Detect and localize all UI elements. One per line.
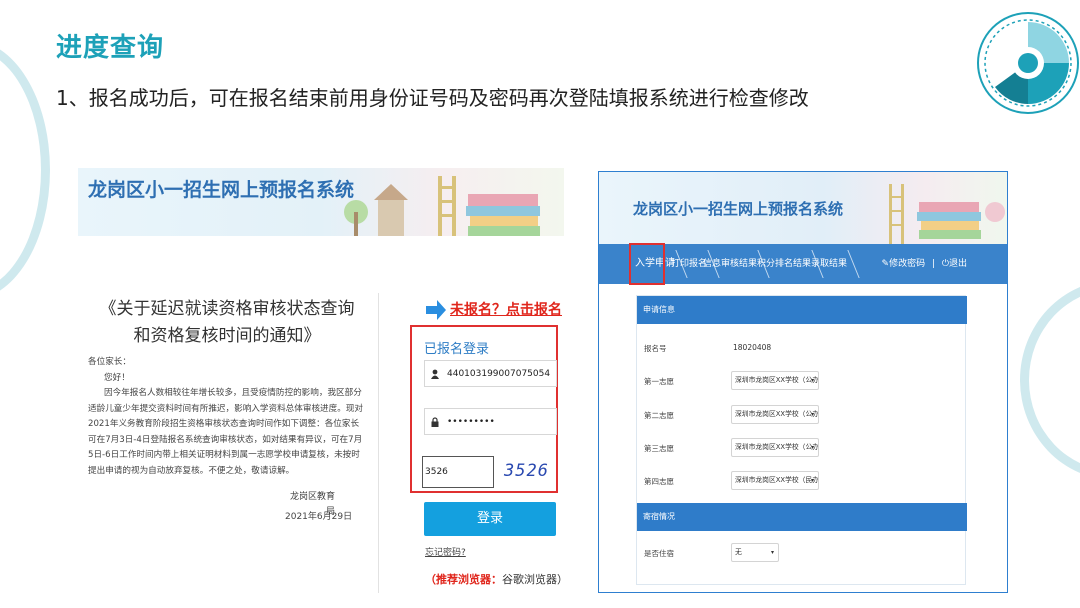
choice1-select[interactable]: 深圳市龙岗区XX学校（公办）（小学部） ▾ (731, 371, 819, 390)
choice2-value: 深圳市龙岗区XX学校（公办）（小学部） (735, 410, 819, 418)
chevron-down-icon: ▾ (810, 444, 814, 451)
password-value: ••••••••• (447, 417, 495, 427)
chevron-down-icon: ▾ (810, 411, 814, 418)
nav-separator: | (931, 259, 935, 269)
browser-recommendation: （推荐浏览器：谷歌浏览器） (425, 571, 568, 587)
application-page-screenshot: 龙岗区小一招生网上预报名系统 入学申请 打印报名 信息审核结果 积分排名结果 录… (598, 171, 1008, 593)
chevron-down-icon: ▾ (810, 377, 814, 384)
section-header-apply-info: 申请信息 (637, 296, 967, 324)
site-banner-right: 龙岗区小一招生网上预报名系统 (599, 172, 1007, 244)
user-icon (431, 369, 439, 379)
application-form-panel: 申请信息 报名号 18020408 第一志愿 深圳市龙岗区XX学校（公办）（小学… (636, 295, 967, 585)
decorative-ring-left (0, 40, 50, 300)
login-page-screenshot: 龙岗区小一招生网上预报名系统 《关于延迟就读资格审核状态查询和资格复核时间的通知… (78, 168, 568, 593)
choice4-label: 第四志愿 (644, 477, 674, 486)
logo-mark-icon (977, 12, 1079, 114)
choice3-label: 第三志愿 (644, 444, 674, 453)
arrow-right-icon (426, 300, 446, 320)
captcha-value: 3526 (425, 467, 448, 477)
slide: 进度查询 1、报名成功后，可在报名结束前用身份证号码及密码再次登陆填报系统进行检… (0, 0, 1080, 608)
browser-hint-name: 谷歌浏览器） (502, 573, 568, 586)
id-number-value: 440103199007075054 (447, 369, 551, 379)
slide-title: 进度查询 (56, 33, 165, 63)
boarding-value: 无 (735, 548, 742, 556)
logout-link[interactable]: ⏻退出 (942, 259, 967, 269)
decorative-ring-right (1020, 280, 1080, 480)
choice3-value: 深圳市龙岗区XX学校（公办）（小学部） (735, 443, 819, 451)
captcha-input[interactable]: 3526 (422, 456, 494, 488)
nav-right-links: ✎修改密码 | ⏻退出 (882, 244, 967, 284)
chevron-down-icon: ▾ (810, 477, 814, 484)
divider (378, 293, 379, 593)
banner-illustration-icon (344, 176, 540, 236)
site-banner: 龙岗区小一招生网上预报名系统 (78, 168, 564, 236)
login-button[interactable]: 登录 (424, 502, 556, 536)
notice-body: 各位家长： 您好！ 因今年报名人数相较往年增长较多，且受疫情防控的影响，我区部分… (88, 355, 364, 479)
notice-title: 《关于延迟就读资格审核状态查询和资格复核时间的通知》 (99, 299, 355, 346)
apply-number-value: 18020408 (733, 343, 772, 352)
password-input[interactable]: ••••••••• (424, 408, 557, 435)
chevron-down-icon: ▾ (770, 549, 774, 556)
choice2-label: 第二志愿 (644, 411, 674, 420)
boarding-select[interactable]: 无 ▾ (731, 543, 779, 562)
nav-item-score-ranking[interactable]: 积分排名结果 (757, 244, 811, 284)
lock-icon (431, 417, 439, 427)
id-number-input[interactable]: 440103199007075054 (424, 360, 557, 387)
nav-active-highlight (629, 243, 665, 285)
notice-date: 2021年6月29日 (285, 512, 353, 522)
choice1-value: 深圳市龙岗区XX学校（公办）（小学部） (735, 376, 819, 384)
nav-item-print[interactable]: 打印报名 (671, 244, 707, 284)
section-header-dormitory: 寄宿情况 (637, 503, 967, 531)
browser-hint-label: （推荐浏览器： (425, 573, 502, 586)
apply-number-label: 报名号 (644, 344, 667, 353)
slide-subtitle: 1、报名成功后，可在报名结束前用身份证号码及密码再次登陆填报系统进行检查修改 (56, 86, 809, 110)
notice-salutation: 各位家长： (88, 357, 131, 367)
choice1-label: 第一志愿 (644, 377, 674, 386)
choice3-select[interactable]: 深圳市龙岗区XX学校（公办）（小学部） ▾ (731, 438, 819, 457)
nav-item-admission-result[interactable]: 录取结果 (811, 244, 847, 284)
boarding-label: 是否住宿 (644, 549, 674, 558)
change-password-link[interactable]: ✎修改密码 (882, 259, 926, 269)
register-link[interactable]: 未报名？点击报名 (450, 299, 562, 319)
choice4-select[interactable]: 深圳市龙岗区XX学校（民办，普惠学... ▾ (731, 471, 819, 490)
login-box-title: 已报名登录 (424, 342, 490, 357)
notice-greeting: 您好！ (104, 372, 130, 383)
notice-text: 因今年报名人数相较往年增长较多，且受疫情防控的影响，我区部分适龄儿童少年提交资料… (88, 388, 364, 476)
choice2-select[interactable]: 深圳市龙岗区XX学校（公办）（小学部） ▾ (731, 405, 819, 424)
nav-item-review-result[interactable]: 信息审核结果 (703, 244, 757, 284)
choice4-value: 深圳市龙岗区XX学校（民办，普惠学... (735, 476, 819, 484)
captcha-image[interactable]: 3526 (504, 461, 549, 481)
site-title: 龙岗区小一招生网上预报名系统 (88, 179, 355, 201)
banner-illustration-right-icon (889, 184, 1005, 244)
forgot-password-link[interactable]: 忘记密码? (425, 545, 466, 558)
